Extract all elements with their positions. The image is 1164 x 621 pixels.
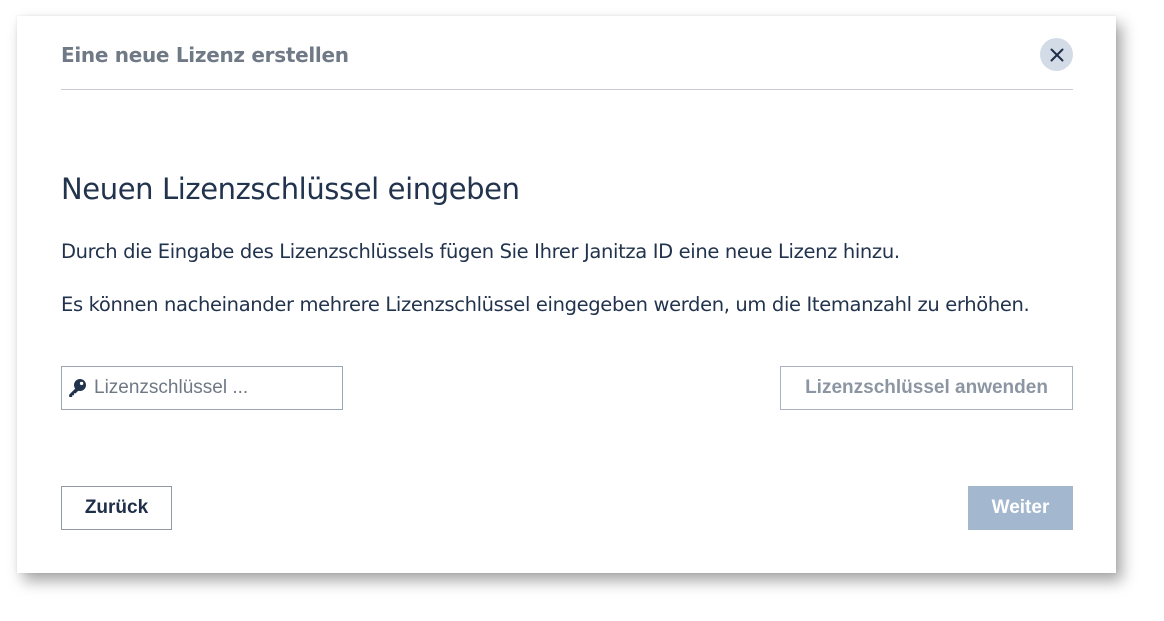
dialog-header: Eine neue Lizenz erstellen bbox=[61, 16, 1073, 90]
dialog-title: Eine neue Lizenz erstellen bbox=[61, 43, 349, 67]
close-icon bbox=[1050, 48, 1063, 61]
hint-text: Es können nacheinander mehrere Lizenzsch… bbox=[61, 293, 1030, 316]
page-heading: Neuen Lizenzschlüssel eingeben bbox=[61, 172, 520, 206]
apply-license-button[interactable]: Lizenzschlüssel anwenden bbox=[780, 366, 1073, 410]
next-button[interactable]: Weiter bbox=[968, 486, 1073, 530]
close-button[interactable] bbox=[1040, 38, 1073, 71]
description-text: Durch die Eingabe des Lizenzschlüssels f… bbox=[61, 240, 900, 263]
back-button[interactable]: Zurück bbox=[61, 486, 172, 530]
license-key-field bbox=[61, 366, 343, 410]
license-key-input[interactable] bbox=[94, 367, 334, 409]
key-icon bbox=[69, 379, 86, 397]
license-dialog: Eine neue Lizenz erstellen Neuen Lizenzs… bbox=[17, 16, 1116, 573]
